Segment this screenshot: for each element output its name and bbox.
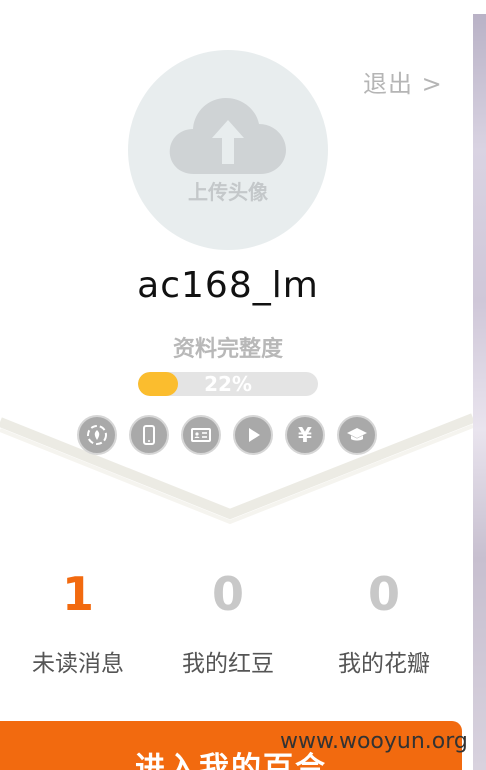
cloud-upload-icon xyxy=(169,98,286,174)
identity-icon[interactable] xyxy=(77,415,117,455)
stat-unread-messages[interactable]: 1 未读消息 xyxy=(0,566,156,678)
stat-petals[interactable]: 0 我的花瓣 xyxy=(306,566,462,678)
background-edge xyxy=(473,14,486,770)
stat-value: 0 xyxy=(367,567,400,621)
avatar-upload[interactable]: 上传头像 xyxy=(128,50,328,250)
stat-label: 我的红豆 xyxy=(182,651,274,677)
stat-label: 未读消息 xyxy=(32,651,124,677)
profile-panel: 退出 > 上传头像 ac168_lm 资料完整度 22% ¥ 1 未读消息 0 … xyxy=(0,0,473,770)
upload-avatar-label: 上传头像 xyxy=(188,180,268,204)
logout-link[interactable]: 退出 > xyxy=(363,64,443,99)
stat-value: 1 xyxy=(61,567,94,621)
stat-red-beans[interactable]: 0 我的红豆 xyxy=(150,566,306,678)
watermark: www.wooyun.org xyxy=(280,729,468,754)
video-icon[interactable] xyxy=(233,415,273,455)
yuan-icon[interactable]: ¥ xyxy=(285,415,325,455)
profile-completion-bar: 22% xyxy=(138,372,318,396)
profile-completion-label: 资料完整度 xyxy=(172,337,283,362)
graduation-cap-icon[interactable] xyxy=(337,415,377,455)
verification-badges: ¥ xyxy=(77,415,377,455)
id-card-icon[interactable] xyxy=(181,415,221,455)
progress-percent: 22% xyxy=(204,372,252,396)
stat-label: 我的花瓣 xyxy=(338,651,430,677)
username: ac168_lm xyxy=(137,265,319,306)
stat-value: 0 xyxy=(211,567,244,621)
phone-icon[interactable] xyxy=(129,415,169,455)
